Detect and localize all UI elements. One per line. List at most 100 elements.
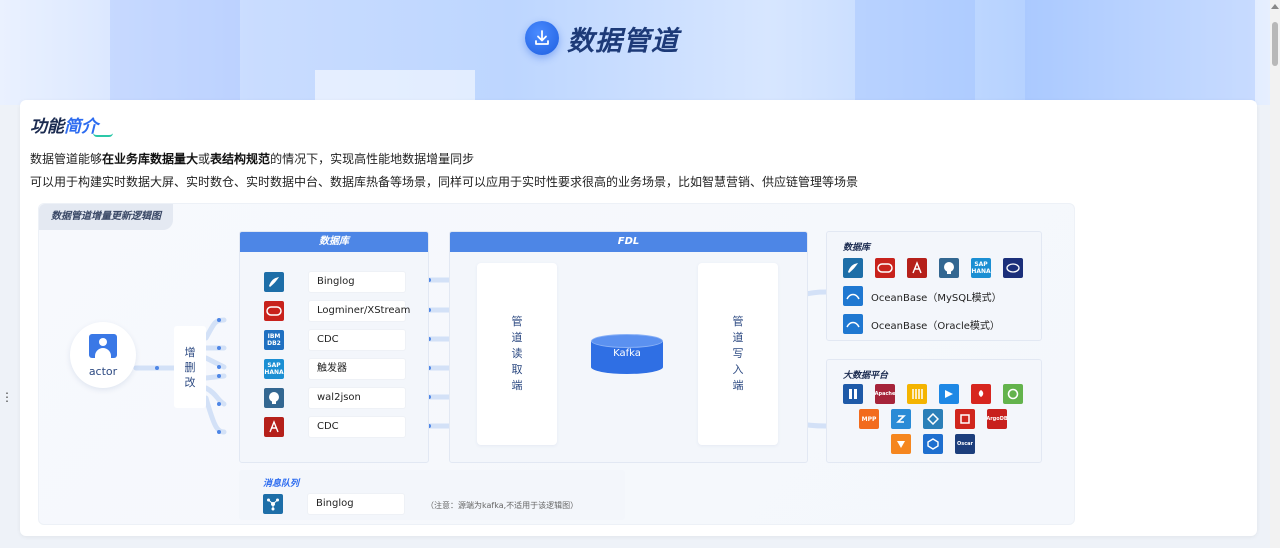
pipe-reader-char: 取 — [511, 363, 523, 376]
sap-hana-icon: SAP HANA — [264, 359, 284, 379]
source-label: CDC — [309, 417, 405, 437]
banner-decoration — [855, 0, 975, 105]
page-header-banner: 数据管道 — [0, 0, 1280, 105]
intro-text: 数据管道能够 — [30, 152, 103, 166]
ibm-db2-icon: IBM DB2 — [264, 330, 284, 350]
banner-decoration — [110, 0, 240, 105]
banner-decoration — [1025, 0, 1255, 105]
crud-char: 增 — [184, 345, 196, 359]
hive-icon — [891, 434, 911, 454]
pipe-reader-char: 管 — [511, 315, 523, 328]
apache-icon: Apache — [875, 384, 895, 404]
sqlserver-icon — [907, 258, 927, 278]
source-row: IBM DB2 CDC — [264, 330, 405, 350]
oracle-icon — [875, 258, 895, 278]
oceanbase-oracle-row: OceanBase（Oracle模式） — [843, 314, 1000, 334]
kafka-cylinder: Kafka — [591, 334, 663, 374]
scrollbar-thumb[interactable] — [1272, 22, 1278, 66]
pipe-writer-char: 管 — [732, 315, 744, 328]
impala-icon — [907, 384, 927, 404]
crud-char: 删 — [184, 360, 196, 374]
mq-title: 消息队列 — [263, 479, 300, 489]
target-database-panel: 数据库 SAP HANA OceanBase（MySQL模式） OceanBase… — [826, 231, 1042, 341]
starrocks-icon — [939, 384, 959, 404]
title-underline-decoration — [93, 133, 113, 137]
source-label: Binglog — [309, 272, 405, 292]
pipe-writer-char: 入 — [732, 363, 744, 376]
pipe-writer-char: 道 — [732, 331, 744, 344]
oceanbase-icon — [843, 286, 863, 306]
db2-icon — [1003, 258, 1023, 278]
oceanbase-mysql-row: OceanBase（MySQL模式） — [843, 286, 1002, 306]
pipe-reader-char: 端 — [511, 379, 523, 392]
intro-bold-text: 表结构规范 — [210, 152, 271, 166]
intro-text: 或 — [198, 152, 211, 166]
source-label: Logminer/XStream — [309, 301, 410, 321]
selectdb-icon — [923, 409, 943, 429]
kafka-label: Kafka — [613, 348, 641, 359]
pipeline-diagram: 数据管道增量更新逻辑图 actor 增 删 改 数据库 Binglog Logm… — [38, 203, 1075, 525]
download-icon — [525, 21, 559, 55]
source-panel-title: 数据库 — [240, 232, 428, 252]
pipe-writer-char: 写 — [732, 347, 744, 360]
oracle-icon — [264, 301, 284, 321]
mq-source-row: Binglog — [263, 494, 404, 514]
message-queue-panel: 消息队列 Binglog （注意：源端为kafka,不适用于该逻辑图） — [239, 470, 625, 520]
postgresql-icon — [939, 258, 959, 278]
scroll-up-arrow-icon[interactable] — [1271, 4, 1279, 9]
drag-handle-icon[interactable]: ⋮ — [1, 391, 13, 403]
intro-line-2: 可以用于构建实时数据大屏、实时数仓、实时数据中台、数据库热备等场景，同样可以应用… — [30, 175, 859, 189]
pipe-reader-char: 读 — [511, 347, 523, 360]
source-row: wal2json — [264, 388, 405, 408]
section-title-part1: 功能 — [30, 117, 64, 137]
actor-label: actor — [88, 365, 118, 378]
scrollbar[interactable] — [1270, 0, 1280, 548]
mysql-icon — [264, 272, 284, 292]
source-label: CDC — [309, 330, 405, 350]
oceanbase-mysql-label: OceanBase（MySQL模式） — [871, 292, 1002, 304]
source-label: wal2json — [309, 388, 405, 408]
source-label: 触发器 — [309, 359, 405, 379]
pipe-writer-char: 端 — [732, 379, 744, 392]
pipe-reader-node: 管 道 读 取 端 — [477, 263, 557, 445]
huawei-icon — [971, 384, 991, 404]
sqlserver-icon — [264, 417, 284, 437]
source-row: CDC — [264, 417, 405, 437]
intro-line-1: 数据管道能够在业务库数据量大或表结构规范的情况下，实现高性能地数据增量同步 — [30, 150, 474, 167]
kafka-icon — [263, 494, 283, 514]
tdsql-icon — [955, 409, 975, 429]
bigdata-panel: 大数据平台 Apache MPP ArgoDB Oscar — [826, 359, 1042, 463]
hadoop-icon — [843, 384, 863, 404]
oscar-icon: Oscar — [955, 434, 975, 454]
intro-text: 的情况下，实现高性能地数据增量同步 — [270, 152, 475, 166]
source-row: Logminer/XStream — [264, 301, 410, 321]
greenplum-icon — [1003, 384, 1023, 404]
intro-bold-text: 在业务库数据量大 — [102, 152, 199, 166]
pipe-reader-char: 道 — [511, 331, 523, 344]
source-row: SAP HANA 触发器 — [264, 359, 405, 379]
oceanbase-icon — [843, 314, 863, 334]
page-title: 数据管道 — [567, 25, 679, 57]
actor-node: actor — [70, 322, 136, 388]
fdl-panel-title: FDL — [450, 232, 807, 252]
bigdata-title: 大数据平台 — [843, 371, 889, 381]
sap-hana-icon: SAP HANA — [971, 258, 991, 278]
postgresql-icon — [264, 388, 284, 408]
feature-card: 功能简介 数据管道能够在业务库数据量大或表结构规范的情况下，实现高性能地数据增量… — [20, 100, 1257, 536]
source-database-panel: 数据库 Binglog Logminer/XStream IBM DB2 CDC … — [239, 231, 429, 463]
argodb-icon: ArgoDB — [987, 409, 1007, 429]
mq-note: （注意：源端为kafka,不适用于该逻辑图） — [426, 501, 579, 510]
pipe-writer-node: 管 道 写 入 端 — [698, 263, 778, 445]
mysql-icon — [843, 258, 863, 278]
mq-source-label: Binglog — [308, 494, 404, 514]
clickhouse-icon — [923, 434, 943, 454]
crud-node: 增 删 改 — [174, 326, 206, 408]
page-title-group: 数据管道 — [525, 18, 679, 58]
doris-icon — [891, 409, 911, 429]
user-icon — [89, 334, 117, 358]
source-row: Binglog — [264, 272, 405, 292]
section-title: 功能简介 — [30, 112, 98, 137]
crud-char: 改 — [184, 375, 196, 389]
oceanbase-oracle-label: OceanBase（Oracle模式） — [871, 320, 1000, 332]
gbase-mpp-icon: MPP — [859, 409, 879, 429]
